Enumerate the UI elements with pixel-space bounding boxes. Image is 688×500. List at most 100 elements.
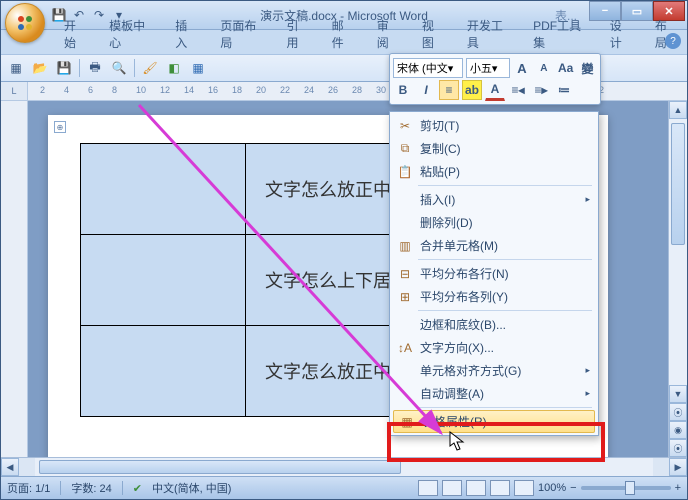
center-align-button[interactable]: ≡ [439,80,459,100]
brush-icon[interactable]: 🖌 [141,59,159,77]
italic-button[interactable]: I [416,80,436,100]
tab-design[interactable]: 设计 [599,13,642,54]
new-icon[interactable]: ▦ [7,59,25,77]
menu-borders[interactable]: 边框和底纹(B)... [392,313,596,336]
style-button[interactable]: 變 [578,58,597,78]
hscroll-thumb[interactable] [39,460,401,474]
preview-icon[interactable]: 🔍 [110,59,128,77]
menu-cell-align[interactable]: 单元格对齐方式(G)▸ [392,359,596,382]
status-words[interactable]: 字数: 24 [71,480,111,496]
table-cell[interactable] [81,235,246,326]
shrink-font-button[interactable]: A [534,58,553,78]
scroll-left-button[interactable]: ◀ [1,458,19,476]
bullets-button[interactable]: ≔ [554,80,574,100]
scroll-right-button[interactable]: ▶ [669,458,687,476]
status-lang[interactable]: 中文(简体, 中国) [152,480,231,496]
table-cell[interactable] [81,326,246,417]
dist-rows-icon: ⊟ [396,265,414,283]
zoom-thumb[interactable] [625,481,635,495]
decrease-indent-button[interactable]: ≡◂ [508,80,528,100]
table-move-handle[interactable]: ⊕ [54,121,66,133]
menu-distribute-cols[interactable]: ⊞平均分布各列(Y) [392,285,596,308]
paste-icon: 📋 [396,163,414,181]
menu-delete-column[interactable]: 删除列(D) [392,211,596,234]
view-print-button[interactable] [418,480,438,496]
view-outline-button[interactable] [490,480,510,496]
ruler-corner[interactable]: L [1,82,28,100]
submenu-arrow-icon: ▸ [585,365,590,376]
menu-text-direction[interactable]: ↕A文字方向(X)... [392,336,596,359]
tab-mailings[interactable]: 邮件 [321,13,364,54]
zoom-level[interactable]: 100% [538,482,566,494]
menu-cut[interactable]: ✂剪切(T) [392,114,596,137]
office-button[interactable] [5,3,45,43]
prev-page-button[interactable]: ⦿ [669,403,687,421]
ruler-vertical[interactable] [1,101,28,457]
view-fullscreen-button[interactable] [442,480,462,496]
table-cell[interactable] [81,144,246,235]
menu-table-properties[interactable]: ▦表格属性(R)... [393,410,595,433]
menu-merge-cells[interactable]: ▥合并单元格(M) [392,234,596,257]
table-cell[interactable]: 文字怎么上下居 [245,235,411,326]
scroll-track[interactable] [669,119,687,385]
separator [60,481,61,495]
menu-separator [418,259,592,260]
tab-insert[interactable]: 插入 [164,13,207,54]
table-cell[interactable]: 文字怎么放正中 [245,144,411,235]
zoom-out-button[interactable]: − [570,482,576,494]
hscroll-track[interactable] [35,458,653,476]
menu-paste[interactable]: 📋粘贴(P) [392,160,596,183]
browse-object-button[interactable]: ◉ [669,421,687,439]
bold-button[interactable]: B [393,80,413,100]
separator [122,481,123,495]
tool-b-icon[interactable]: ▦ [189,59,207,77]
cut-icon: ✂ [396,117,414,135]
print-icon[interactable]: 🖶 [86,59,104,77]
horizontal-scrollbar[interactable]: ◀ ▶ [1,457,687,476]
tab-pagelayout[interactable]: 页面布局 [209,13,273,54]
tab-view[interactable]: 视图 [411,13,454,54]
font-color-button[interactable]: A [485,79,505,101]
copy-icon: ⧉ [396,140,414,158]
tab-layout[interactable]: 布局 [644,13,687,54]
tab-references[interactable]: 引用 [276,13,319,54]
save2-icon[interactable]: 💾 [55,59,73,77]
status-proof-icon[interactable]: ✔ [133,482,142,495]
menu-distribute-rows[interactable]: ⊟平均分布各行(N) [392,262,596,285]
scroll-down-button[interactable]: ▼ [669,385,687,403]
highlight-button[interactable]: ab [462,80,482,100]
menu-separator [418,310,592,311]
change-case-button[interactable]: Aa [556,58,575,78]
mini-toolbar: 宋体 (中文▾ 小五▾ A A Aa 變 B I ≡ ab A ≡◂ ≡▸ ≔ [389,53,601,105]
tool-a-icon[interactable]: ◧ [165,59,183,77]
statusbar: 页面: 1/1 字数: 24 ✔ 中文(简体, 中国) 100% − + [1,476,687,499]
tab-pdf[interactable]: PDF工具集 [522,13,597,54]
open-icon[interactable]: 📂 [31,59,49,77]
table-cell[interactable]: 文字怎么放正中 [245,326,411,417]
context-menu: ✂剪切(T) ⧉复制(C) 📋粘贴(P) 插入(I)▸ 删除列(D) ▥合并单元… [389,111,599,436]
font-size-select[interactable]: 小五▾ [466,58,510,78]
tab-review[interactable]: 审阅 [366,13,409,54]
status-page[interactable]: 页面: 1/1 [7,480,50,496]
menu-copy[interactable]: ⧉复制(C) [392,137,596,160]
tab-home[interactable]: 开始 [53,13,96,54]
merge-icon: ▥ [396,237,414,255]
menu-separator [418,407,592,408]
scroll-up-button[interactable]: ▲ [669,101,687,119]
zoom-in-button[interactable]: + [675,482,681,494]
increase-indent-button[interactable]: ≡▸ [531,80,551,100]
view-draft-button[interactable] [514,480,534,496]
submenu-arrow-icon: ▸ [585,388,590,399]
help-button[interactable]: ? [665,33,681,49]
grow-font-button[interactable]: A [513,58,532,78]
tab-template[interactable]: 模板中心 [98,13,162,54]
tab-developer[interactable]: 开发工具 [456,13,520,54]
view-web-button[interactable] [466,480,486,496]
scroll-thumb[interactable] [671,123,685,245]
menu-autofit[interactable]: 自动调整(A)▸ [392,382,596,405]
menu-insert[interactable]: 插入(I)▸ [392,188,596,211]
vertical-scrollbar[interactable]: ▲ ▼ ⦿ ◉ ⦿ [668,101,687,457]
font-family-select[interactable]: 宋体 (中文▾ [393,58,463,78]
zoom-slider[interactable] [581,486,671,490]
next-page-button[interactable]: ⦿ [669,439,687,457]
